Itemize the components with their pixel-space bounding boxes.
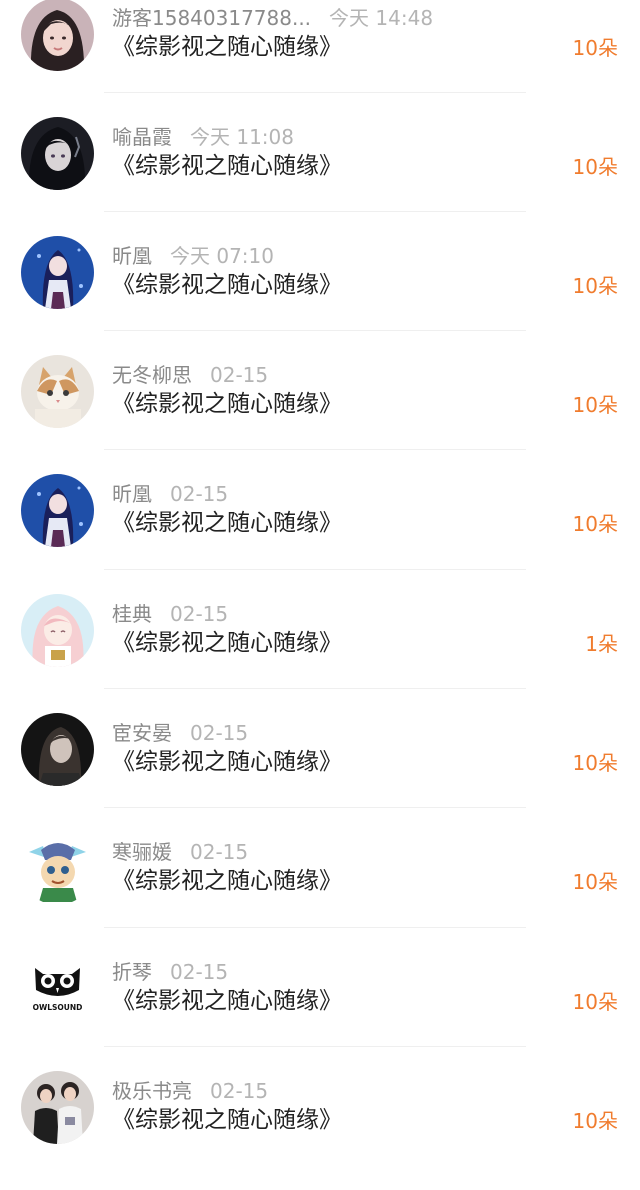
divider — [104, 807, 526, 808]
list-item[interactable]: 喻晶霞 今天 11:08 《综影视之随心随缘》 10朵 — [0, 117, 640, 236]
list-item[interactable]: 寒骊媛 02-15 《综影视之随心随缘》 10朵 — [0, 832, 640, 951]
book-title[interactable]: 《综影视之随心随缘》 — [112, 148, 342, 184]
list-item[interactable]: OWLSOUND 折琴 02-15 《综影视之随心随缘》 10朵 — [0, 952, 640, 1071]
avatar-blue-anime-girl-icon[interactable] — [21, 474, 94, 547]
avatar-pink-anime-girl-icon[interactable] — [21, 594, 94, 667]
avatar-two-people-icon[interactable] — [21, 1071, 94, 1144]
gift-count: 1朵 — [585, 632, 618, 656]
owlsound-logo-text: OWLSOUND — [33, 1003, 83, 1012]
gift-count: 10朵 — [572, 155, 618, 179]
list-item[interactable]: 昕凰 02-15 《综影视之随心随缘》 10朵 — [0, 474, 640, 593]
book-title[interactable]: 《综影视之随心随缘》 — [112, 863, 342, 899]
timestamp: 02-15 — [170, 482, 229, 506]
divider — [104, 449, 526, 450]
list-item[interactable]: 极乐书亮 02-15 《综影视之随心随缘》 10朵 — [0, 1071, 640, 1190]
gift-count: 10朵 — [572, 274, 618, 298]
timestamp: 今天 11:08 — [190, 125, 294, 149]
divider — [104, 569, 526, 570]
username[interactable]: 折琴 — [112, 960, 152, 984]
book-title[interactable]: 《综影视之随心随缘》 — [112, 386, 342, 422]
timestamp: 02-15 — [170, 960, 229, 984]
timestamp: 今天 14:48 — [329, 6, 434, 30]
list-item[interactable]: 游客15840317788... 今天 14:48 《综影视之随心随缘》 10朵 — [0, 0, 640, 117]
gift-count: 10朵 — [572, 990, 618, 1014]
gift-count: 10朵 — [572, 393, 618, 417]
book-title[interactable]: 《综影视之随心随缘》 — [112, 1102, 342, 1138]
timestamp: 今天 07:10 — [170, 244, 274, 268]
divider — [104, 330, 526, 331]
divider — [104, 688, 526, 689]
list-item[interactable]: 桂典 02-15 《综影视之随心随缘》 1朵 — [0, 594, 640, 713]
book-title[interactable]: 《综影视之随心随缘》 — [112, 29, 342, 65]
avatar-cat-icon[interactable] — [21, 355, 94, 428]
gift-record-list: 游客15840317788... 今天 14:48 《综影视之随心随缘》 10朵 … — [0, 0, 640, 1151]
avatar-owlsound-logo-icon[interactable]: OWLSOUND — [21, 952, 94, 1025]
avatar-blue-anime-girl-icon[interactable] — [21, 236, 94, 309]
divider — [104, 1046, 526, 1047]
timestamp: 02-15 — [210, 1079, 269, 1103]
username[interactable]: 昕凰 — [112, 244, 152, 268]
timestamp: 02-15 — [210, 363, 269, 387]
username[interactable]: 昕凰 — [112, 482, 152, 506]
divider — [104, 927, 526, 928]
username[interactable]: 喻晶霞 — [112, 125, 172, 149]
avatar-game-character-icon[interactable] — [21, 832, 94, 905]
divider — [104, 211, 526, 212]
username[interactable]: 宦安晏 — [112, 721, 172, 745]
list-item[interactable]: 无冬柳思 02-15 《综影视之随心随缘》 10朵 — [0, 355, 640, 474]
book-title[interactable]: 《综影视之随心随缘》 — [112, 744, 342, 780]
avatar-woman-dark-hair-icon[interactable] — [21, 0, 94, 71]
timestamp: 02-15 — [190, 840, 249, 864]
timestamp: 02-15 — [170, 602, 229, 626]
avatar-dark-portrait-icon[interactable] — [21, 713, 94, 786]
gift-count: 10朵 — [572, 36, 618, 60]
gift-count: 10朵 — [572, 870, 618, 894]
gift-count: 10朵 — [572, 1109, 618, 1133]
gift-count: 10朵 — [572, 512, 618, 536]
timestamp: 02-15 — [190, 721, 249, 745]
username[interactable]: 无冬柳思 — [112, 363, 192, 387]
book-title[interactable]: 《综影视之随心随缘》 — [112, 625, 342, 661]
username[interactable]: 游客15840317788... — [112, 6, 311, 30]
book-title[interactable]: 《综影视之随心随缘》 — [112, 267, 342, 303]
gift-count: 10朵 — [572, 751, 618, 775]
divider — [104, 92, 526, 93]
book-title[interactable]: 《综影视之随心随缘》 — [112, 505, 342, 541]
username[interactable]: 桂典 — [112, 602, 152, 626]
username[interactable]: 极乐书亮 — [112, 1079, 192, 1103]
avatar-dark-anime-girl-icon[interactable] — [21, 117, 94, 190]
list-item[interactable]: 宦安晏 02-15 《综影视之随心随缘》 10朵 — [0, 713, 640, 832]
list-item[interactable]: 昕凰 今天 07:10 《综影视之随心随缘》 10朵 — [0, 236, 640, 355]
username[interactable]: 寒骊媛 — [112, 840, 172, 864]
book-title[interactable]: 《综影视之随心随缘》 — [112, 983, 342, 1019]
